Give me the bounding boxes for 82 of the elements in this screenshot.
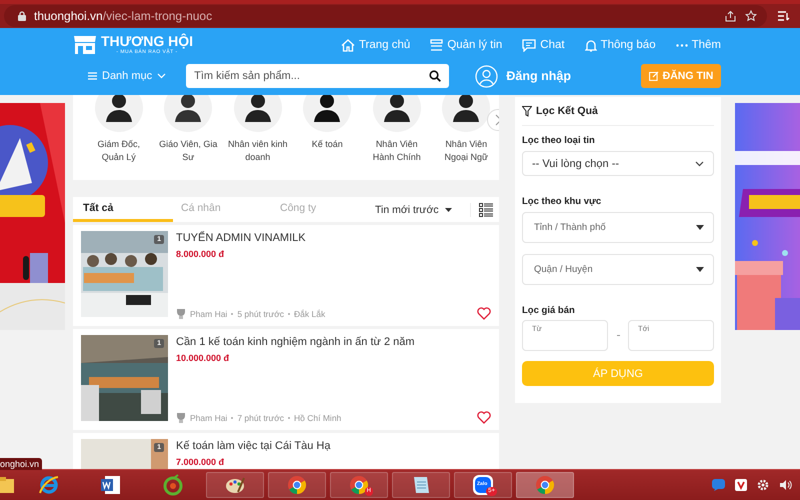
chat-icon bbox=[522, 38, 536, 52]
listing-title[interactable]: TUYỂN ADMIN VINAMILK bbox=[176, 232, 491, 244]
type-select[interactable]: -- Vui lòng chọn -- bbox=[522, 151, 714, 176]
taskbar-app[interactable] bbox=[206, 472, 264, 498]
shield-icon[interactable] bbox=[735, 479, 747, 491]
caret-icon bbox=[696, 225, 704, 230]
storefront-icon bbox=[73, 35, 97, 55]
bell-icon bbox=[584, 38, 597, 52]
heart-icon[interactable] bbox=[477, 411, 491, 424]
filter-label: Lọc theo loại tin bbox=[522, 135, 596, 146]
listing-location: Đắk Lắk bbox=[294, 308, 326, 318]
person-icon[interactable] bbox=[164, 95, 212, 132]
separator-dot bbox=[288, 312, 290, 314]
separator-dot bbox=[231, 312, 234, 314]
trophy-icon bbox=[176, 308, 186, 319]
browser-icon bbox=[286, 474, 308, 496]
listing-title[interactable]: Kế toán làm việc tại Cái Tàu Hạ bbox=[176, 440, 491, 452]
more-icon bbox=[676, 44, 688, 46]
speaker-icon[interactable] bbox=[779, 479, 792, 491]
folder-icon bbox=[0, 476, 14, 494]
status-url: onghoi.vn bbox=[0, 458, 42, 470]
person-icon[interactable] bbox=[372, 95, 421, 132]
url-path: /viec-lam-trong-nuoc bbox=[102, 9, 212, 23]
browser-icon bbox=[534, 474, 556, 496]
listing-price: 8.000.000 đ bbox=[176, 249, 226, 259]
star-icon[interactable] bbox=[745, 10, 757, 22]
chevron-down-icon bbox=[695, 160, 704, 166]
category-label[interactable]: Kế toán bbox=[296, 138, 358, 151]
listing-time: 5 phút trước bbox=[237, 308, 284, 318]
caret-icon bbox=[444, 208, 452, 212]
heart-icon[interactable] bbox=[477, 307, 491, 320]
globe-icon bbox=[38, 474, 60, 496]
browser-icon bbox=[348, 474, 370, 496]
person-icon[interactable] bbox=[94, 95, 143, 132]
user-icon bbox=[475, 64, 498, 88]
chevron-down-icon bbox=[157, 73, 166, 79]
house-icon bbox=[340, 38, 355, 52]
address-bar[interactable]: thuonghoi.vn/viec-lam-trong-nuoc bbox=[4, 5, 767, 27]
listing-price: 7.000.000 đ bbox=[176, 457, 226, 467]
listing-title[interactable]: Cần 1 kế toán kinh nghiệm ngành in ấn từ 2 năm bbox=[176, 336, 491, 348]
lock-icon bbox=[18, 11, 26, 21]
province-select[interactable]: Tỉnh / Thành phố bbox=[522, 212, 714, 243]
filter-label: Lọc giá bán bbox=[522, 305, 576, 316]
range-dash bbox=[617, 335, 620, 336]
taskbar-app[interactable] bbox=[392, 472, 450, 498]
taskbar-app[interactable] bbox=[268, 472, 326, 498]
listing-author: Pham Hai bbox=[190, 412, 228, 422]
listing-location: Hồ Chí Minh bbox=[294, 412, 342, 422]
tab[interactable]: Tất cả bbox=[73, 197, 173, 222]
edit-icon bbox=[648, 71, 659, 81]
trophy-icon bbox=[176, 412, 186, 423]
gear-icon[interactable] bbox=[757, 479, 769, 491]
stack-icon bbox=[430, 38, 444, 52]
document-icon bbox=[100, 474, 122, 496]
listing-price: 10.000.000 đ bbox=[176, 353, 230, 363]
listing-author: Pham Hai bbox=[190, 308, 228, 318]
listing-time: 7 phút trước bbox=[237, 412, 284, 422]
person-icon[interactable] bbox=[442, 95, 490, 132]
list-view-icon[interactable] bbox=[470, 202, 493, 216]
separator-dot bbox=[288, 416, 290, 418]
url-host: thuonghoi.vn bbox=[34, 9, 103, 23]
filter-label: Lọc theo khu vực bbox=[522, 196, 602, 207]
category-label[interactable]: Giáo Viên, Gia Sư bbox=[157, 138, 220, 164]
category-label[interactable]: Giám Đốc, Quản Lý bbox=[88, 138, 150, 164]
category-label[interactable]: Nhân Viên Ngoại Ngữ bbox=[435, 138, 498, 164]
share-icon[interactable] bbox=[725, 10, 737, 22]
search-icon[interactable] bbox=[429, 70, 442, 82]
sort-dropdown[interactable]: Tin mới trước bbox=[375, 197, 452, 222]
caret-icon bbox=[696, 267, 704, 272]
person-icon[interactable] bbox=[234, 95, 282, 132]
ring-icon bbox=[162, 474, 184, 496]
category-label[interactable]: Nhân Viên Hành Chính bbox=[366, 138, 428, 164]
category-label[interactable]: Nhân viên kinh doanh bbox=[226, 138, 289, 164]
filter-title: Lọc Kết Quả bbox=[536, 105, 598, 117]
district-select[interactable]: Quận / Huyện bbox=[522, 254, 714, 285]
reading-list-icon[interactable] bbox=[777, 10, 790, 22]
separator-dot bbox=[231, 416, 234, 418]
search-field[interactable]: Tìm kiếm sản phẩm... bbox=[186, 64, 450, 88]
person-icon[interactable] bbox=[303, 95, 352, 132]
filter-icon bbox=[522, 106, 532, 116]
menu-icon bbox=[88, 72, 97, 80]
chat-app-icon bbox=[472, 474, 494, 496]
